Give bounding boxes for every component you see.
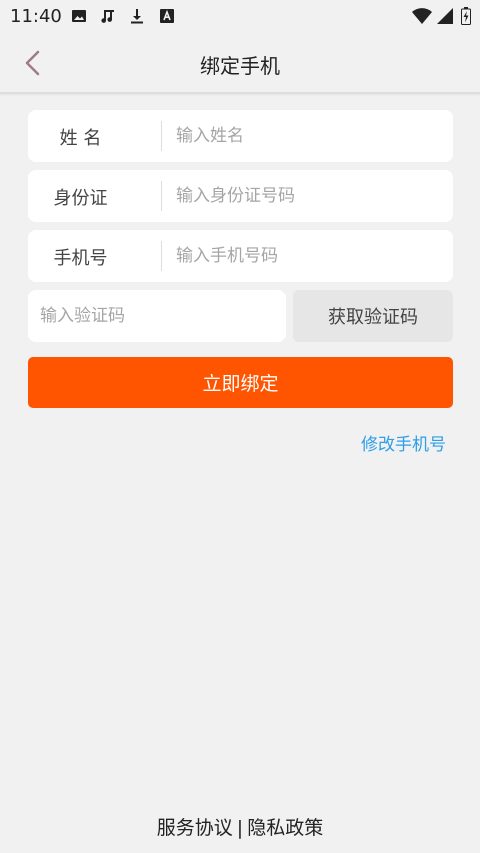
- footer-separator: |: [236, 817, 244, 839]
- privacy-policy-link[interactable]: 隐私政策: [247, 817, 323, 839]
- page-title: 绑定手机: [200, 54, 280, 78]
- id-card-input[interactable]: [176, 170, 436, 222]
- phone-input[interactable]: [176, 230, 436, 282]
- top-nav-bar: 绑定手机: [0, 32, 480, 94]
- divider: [161, 241, 162, 271]
- verification-code-field: [28, 290, 286, 342]
- footer-links: 服务协议 | 隐私政策: [0, 813, 480, 840]
- name-field-row: 姓 名: [28, 110, 453, 162]
- bind-now-button[interactable]: 立即绑定: [28, 357, 453, 408]
- id-card-field-row: 身份证: [28, 170, 453, 222]
- status-bar: 11:40: [0, 0, 480, 32]
- status-time: 11:40: [10, 6, 62, 27]
- verification-code-input[interactable]: [40, 290, 274, 342]
- music-note-icon: [101, 10, 114, 23]
- service-agreement-link[interactable]: 服务协议: [157, 817, 233, 839]
- battery-icon: [461, 7, 471, 25]
- wifi-icon: [412, 8, 432, 24]
- signal-icon: [437, 8, 453, 24]
- image-icon: [72, 10, 86, 22]
- change-phone-link[interactable]: 修改手机号: [361, 430, 446, 455]
- divider: [161, 181, 162, 211]
- id-card-label: 身份证: [53, 188, 108, 209]
- font-a-icon: [160, 9, 174, 23]
- name-input[interactable]: [176, 110, 436, 162]
- divider: [161, 121, 162, 151]
- name-label: 姓 名: [59, 128, 102, 149]
- phone-label: 手机号: [53, 248, 108, 269]
- download-icon: [131, 9, 143, 24]
- get-code-button[interactable]: 获取验证码: [293, 290, 453, 342]
- phone-field-row: 手机号: [28, 230, 453, 282]
